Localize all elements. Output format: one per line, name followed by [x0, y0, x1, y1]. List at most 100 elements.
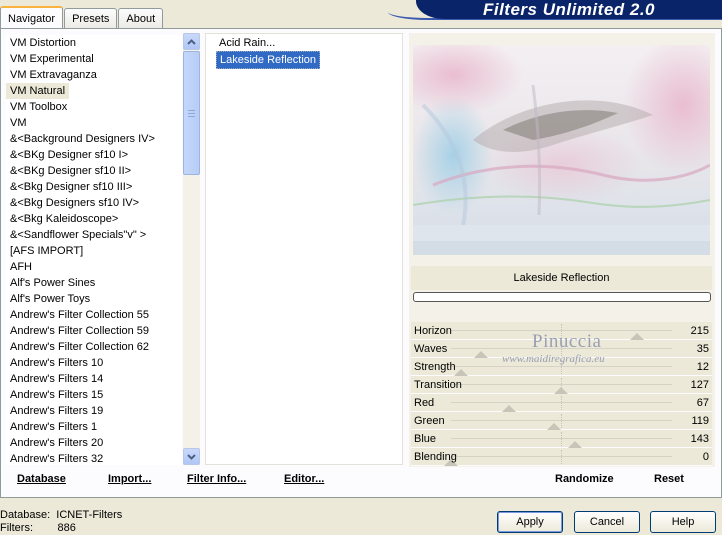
category-item[interactable]: Andrew's Filter Collection 59 — [6, 323, 182, 339]
category-item[interactable]: Andrew's Filter Collection 62 — [6, 339, 182, 355]
param-label: Blending — [414, 451, 457, 463]
filter-item[interactable]: Acid Rain... — [216, 35, 278, 51]
category-scrollbar[interactable] — [183, 33, 200, 465]
category-item[interactable]: VM Extravaganza — [6, 67, 182, 83]
category-item[interactable]: &<Bkg Designers sf10 IV> — [6, 195, 182, 211]
scroll-down-button[interactable] — [183, 448, 200, 465]
apply-button[interactable]: Apply — [497, 511, 563, 533]
scroll-up-button[interactable] — [183, 33, 200, 50]
category-label: &<Bkg Designers sf10 IV> — [10, 197, 140, 209]
status-filters-value: 886 — [57, 522, 76, 534]
watermark-name: Pinuccia — [532, 331, 602, 352]
cancel-button[interactable]: Cancel — [574, 511, 640, 533]
editor-button[interactable]: Editor... — [284, 473, 324, 485]
category-label: Andrew's Filter Collection 55 — [10, 309, 150, 321]
category-item[interactable]: Andrew's Filters 20 — [6, 435, 182, 451]
category-item[interactable]: Alf's Power Sines — [6, 275, 182, 291]
preview-image — [413, 45, 710, 255]
slider-thumb[interactable] — [454, 369, 469, 376]
filter-info-button[interactable]: Filter Info... — [187, 473, 246, 485]
category-label: Andrew's Filter Collection 62 — [10, 341, 150, 353]
slider-thumb[interactable] — [547, 423, 562, 430]
category-item[interactable]: VM Toolbox — [6, 99, 182, 115]
category-item[interactable]: Andrew's Filter Collection 55 — [6, 307, 182, 323]
param-label: Waves — [414, 343, 448, 355]
category-item[interactable]: Andrew's Filters 15 — [6, 387, 182, 403]
category-list[interactable]: VM Distortion VM Experimental VM Extravaga… — [6, 35, 182, 465]
category-label: [AFS IMPORT] — [10, 245, 84, 257]
tab-navigator[interactable]: Navigator — [0, 6, 64, 29]
category-label: Andrew's Filters 15 — [10, 389, 104, 401]
param-value: 127 — [690, 379, 709, 391]
category-label: Andrew's Filters 19 — [10, 405, 104, 417]
category-label: &<Sandflower Specials"v" > — [10, 229, 147, 241]
slider-thumb[interactable] — [502, 405, 517, 412]
category-label: Alf's Power Toys — [10, 293, 91, 305]
param-row-blue[interactable]: Blue 143 — [411, 430, 712, 448]
param-row-red[interactable]: Red 67 — [411, 394, 712, 412]
filter-item[interactable]: Lakeside Reflection — [216, 51, 321, 69]
tab-presets[interactable]: Presets — [64, 8, 118, 28]
category-label: VM Distortion — [10, 37, 77, 49]
reset-button[interactable]: Reset — [654, 473, 684, 485]
category-label: Alf's Power Sines — [10, 277, 96, 289]
category-item[interactable]: &<BKg Designer sf10 II> — [6, 163, 182, 179]
slider-thumb[interactable] — [474, 351, 489, 358]
import-button[interactable]: Import... — [108, 473, 151, 485]
category-item[interactable]: Andrew's Filters 1 — [6, 419, 182, 435]
param-value: 215 — [690, 325, 709, 337]
category-item[interactable]: Alf's Power Toys — [6, 291, 182, 307]
category-label: Andrew's Filters 32 — [10, 453, 104, 465]
title-banner: Filters Unlimited 2.0 — [416, 0, 722, 19]
category-item[interactable]: [AFS IMPORT] — [6, 243, 182, 259]
category-item[interactable]: Andrew's Filters 19 — [6, 403, 182, 419]
category-item[interactable]: &<Sandflower Specials"v" > — [6, 227, 182, 243]
param-label: Blue — [414, 433, 437, 445]
category-item[interactable]: &<Bkg Designer sf10 III> — [6, 179, 182, 195]
randomize-button[interactable]: Randomize — [555, 473, 614, 485]
slider-thumb[interactable] — [554, 387, 569, 394]
category-item[interactable]: VM Distortion — [6, 35, 182, 51]
category-label: Andrew's Filters 10 — [10, 357, 104, 369]
category-item[interactable]: Andrew's Filters 32 — [6, 451, 182, 465]
filter-name-label: Lakeside Reflection — [411, 266, 712, 290]
chevron-down-icon — [187, 453, 196, 460]
category-item[interactable]: VM Natural — [6, 83, 182, 99]
param-value: 143 — [690, 433, 709, 445]
param-value: 0 — [702, 451, 709, 463]
watermark-site: www.maidiregrafica.eu — [502, 353, 605, 365]
scroll-thumb[interactable] — [183, 51, 200, 175]
category-item[interactable]: VM — [6, 115, 182, 131]
slider-center-tick — [561, 432, 562, 446]
category-item[interactable]: AFH — [6, 259, 182, 275]
category-label: VM Natural — [6, 83, 70, 99]
category-label: &<Bkg Kaleidoscope> — [10, 213, 119, 225]
param-row-blending[interactable]: Blending 0 — [411, 448, 712, 466]
status-database-label: Database: — [0, 509, 51, 521]
category-label: &<BKg Designer sf10 II> — [10, 165, 132, 177]
param-label: Transition — [414, 379, 462, 391]
chevron-up-icon — [187, 38, 196, 45]
category-item[interactable]: &<BKg Designer sf10 I> — [6, 147, 182, 163]
slider-center-tick — [561, 450, 562, 464]
param-label: Red — [414, 397, 435, 409]
filter-list[interactable]: Acid Rain... Lakeside Reflection — [205, 33, 403, 465]
database-button[interactable]: Database — [17, 473, 66, 485]
category-label: VM — [10, 117, 27, 129]
status-filters-label: Filters: — [0, 522, 33, 534]
banner-title: Filters Unlimited 2.0 — [482, 0, 656, 19]
category-item[interactable]: VM Experimental — [6, 51, 182, 67]
category-item[interactable]: Andrew's Filters 14 — [6, 371, 182, 387]
help-button[interactable]: Help — [650, 511, 716, 533]
category-label: &<BKg Designer sf10 I> — [10, 149, 129, 161]
category-item[interactable]: &<Bkg Kaleidoscope> — [6, 211, 182, 227]
slider-thumb[interactable] — [630, 333, 645, 340]
category-label: Andrew's Filters 1 — [10, 421, 98, 433]
category-item[interactable]: Andrew's Filters 10 — [6, 355, 182, 371]
param-row-transition[interactable]: Transition 127 — [411, 376, 712, 394]
param-row-green[interactable]: Green 119 — [411, 412, 712, 430]
tab-about[interactable]: About — [118, 8, 164, 28]
param-value: 35 — [696, 343, 709, 355]
slider-thumb[interactable] — [567, 441, 582, 448]
category-item[interactable]: &<Background Designers IV> — [6, 131, 182, 147]
